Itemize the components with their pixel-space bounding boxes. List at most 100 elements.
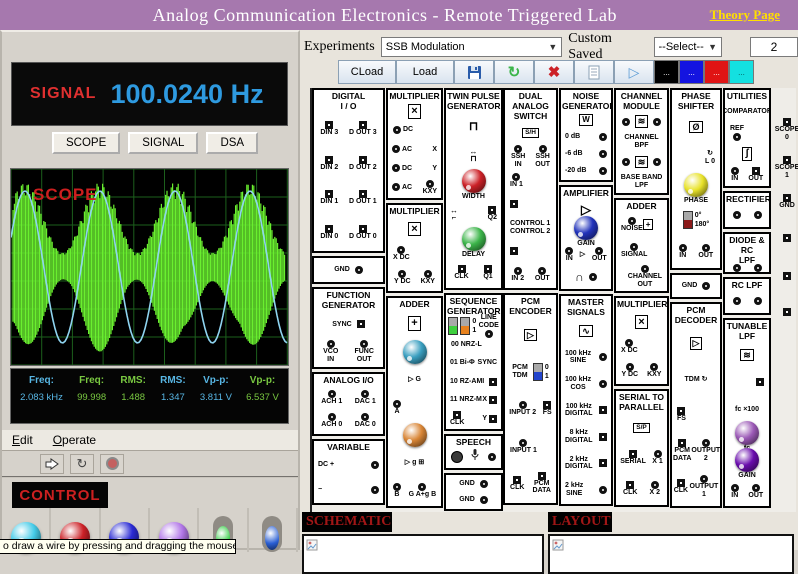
load-button[interactable]: Load [396, 60, 454, 84]
speech-input-pin[interactable] [451, 451, 463, 463]
run-button[interactable] [40, 454, 64, 474]
circle-pin[interactable] [519, 439, 527, 447]
circle-pin[interactable] [393, 400, 401, 408]
circle-pin[interactable] [424, 270, 432, 278]
square-pin[interactable] [678, 439, 686, 447]
refresh-button[interactable]: ↻ [494, 60, 534, 84]
circle-pin[interactable] [371, 486, 379, 494]
square-pin[interactable] [488, 206, 496, 214]
square-pin[interactable] [359, 156, 367, 164]
dsa-button[interactable]: DSA [206, 132, 258, 154]
circle-pin[interactable] [595, 247, 603, 255]
square-pin[interactable] [752, 167, 760, 175]
square-pin[interactable] [325, 190, 333, 198]
circle-pin[interactable] [599, 380, 607, 388]
square-pin[interactable] [357, 320, 365, 328]
color-swatch-2[interactable]: ... [704, 60, 729, 84]
delete-button[interactable]: ✖ [534, 60, 574, 84]
square-pin[interactable] [359, 121, 367, 129]
circle-pin[interactable] [599, 133, 607, 141]
circle-pin[interactable] [702, 439, 710, 447]
square-pin[interactable] [538, 472, 546, 480]
run-continuous-button[interactable]: ↻ [70, 454, 94, 474]
circle-pin[interactable] [630, 243, 638, 251]
circle-pin[interactable] [626, 363, 634, 371]
circle-pin[interactable] [599, 353, 607, 361]
circle-pin[interactable] [622, 118, 630, 126]
cload-button[interactable]: CLoad [338, 60, 396, 84]
module-knob[interactable] [735, 448, 759, 472]
circle-pin[interactable] [488, 453, 496, 461]
circle-pin[interactable] [539, 145, 547, 153]
circle-pin[interactable] [565, 247, 573, 255]
color-swatch-1[interactable]: ... [679, 60, 704, 84]
square-pin[interactable] [325, 225, 333, 233]
circle-pin[interactable] [514, 145, 522, 153]
circle-pin[interactable] [651, 481, 659, 489]
square-pin[interactable] [756, 378, 764, 386]
square-pin[interactable] [510, 200, 518, 208]
square-pin[interactable] [543, 401, 551, 409]
square-pin[interactable] [626, 481, 634, 489]
custom-saved-select[interactable]: --Select-- ▼ [654, 37, 722, 57]
circle-pin[interactable] [650, 363, 658, 371]
circle-pin[interactable] [754, 297, 762, 305]
module-knob[interactable] [403, 340, 427, 364]
toggle-switch[interactable] [460, 317, 470, 335]
circle-pin[interactable] [754, 211, 762, 219]
count-input[interactable] [750, 37, 798, 57]
circle-pin[interactable] [733, 264, 741, 272]
experiments-select[interactable]: SSB Modulation ▼ [381, 37, 563, 57]
circle-pin[interactable] [480, 496, 488, 504]
square-pin[interactable] [783, 194, 791, 202]
square-pin[interactable] [783, 308, 791, 316]
circle-pin[interactable] [418, 483, 426, 491]
circle-pin[interactable] [653, 158, 661, 166]
circle-pin[interactable] [392, 183, 400, 191]
circle-pin[interactable] [733, 297, 741, 305]
circle-pin[interactable] [702, 282, 710, 290]
circle-pin[interactable] [599, 167, 607, 175]
signal-button[interactable]: SIGNAL [128, 132, 198, 154]
menu-item-operate[interactable]: Operate [53, 433, 96, 447]
module-knob[interactable] [462, 227, 486, 251]
color-swatch-0[interactable]: ... [654, 60, 679, 84]
circle-pin[interactable] [361, 390, 369, 398]
circle-pin[interactable] [653, 118, 661, 126]
scope-button[interactable]: SCOPE [52, 132, 120, 154]
menu-item-edit[interactable]: Edit [12, 433, 33, 447]
circle-pin[interactable] [480, 480, 488, 488]
square-pin[interactable] [489, 378, 497, 386]
circle-pin[interactable] [328, 390, 336, 398]
circle-pin[interactable] [625, 339, 633, 347]
play-button[interactable]: ▷ [614, 60, 654, 84]
circle-pin[interactable] [512, 173, 520, 181]
square-pin[interactable] [783, 234, 791, 242]
save-button[interactable] [454, 60, 494, 84]
square-pin[interactable] [359, 190, 367, 198]
circle-pin[interactable] [654, 450, 662, 458]
square-pin[interactable] [783, 156, 791, 164]
square-pin[interactable] [510, 247, 518, 255]
module-knob[interactable] [462, 169, 486, 193]
color-swatch-3[interactable]: ... [729, 60, 754, 84]
circle-pin[interactable] [361, 413, 369, 421]
circle-pin[interactable] [733, 211, 741, 219]
square-pin[interactable] [783, 118, 791, 126]
circle-pin[interactable] [393, 126, 401, 134]
circle-pin[interactable] [355, 266, 363, 274]
circle-pin[interactable] [752, 484, 760, 492]
module-knob[interactable] [684, 173, 708, 197]
toggle-switch[interactable] [533, 363, 543, 381]
circle-pin[interactable] [514, 267, 522, 275]
control-slider-5[interactable] [262, 516, 282, 552]
toggle-switch[interactable] [448, 317, 458, 335]
circle-pin[interactable] [589, 273, 597, 281]
square-pin[interactable] [489, 396, 497, 404]
circle-pin[interactable] [398, 270, 406, 278]
square-pin[interactable] [783, 272, 791, 280]
circle-pin[interactable] [360, 340, 368, 348]
circle-pin[interactable] [327, 340, 335, 348]
square-pin[interactable] [484, 265, 492, 273]
paste-button[interactable] [574, 60, 614, 84]
